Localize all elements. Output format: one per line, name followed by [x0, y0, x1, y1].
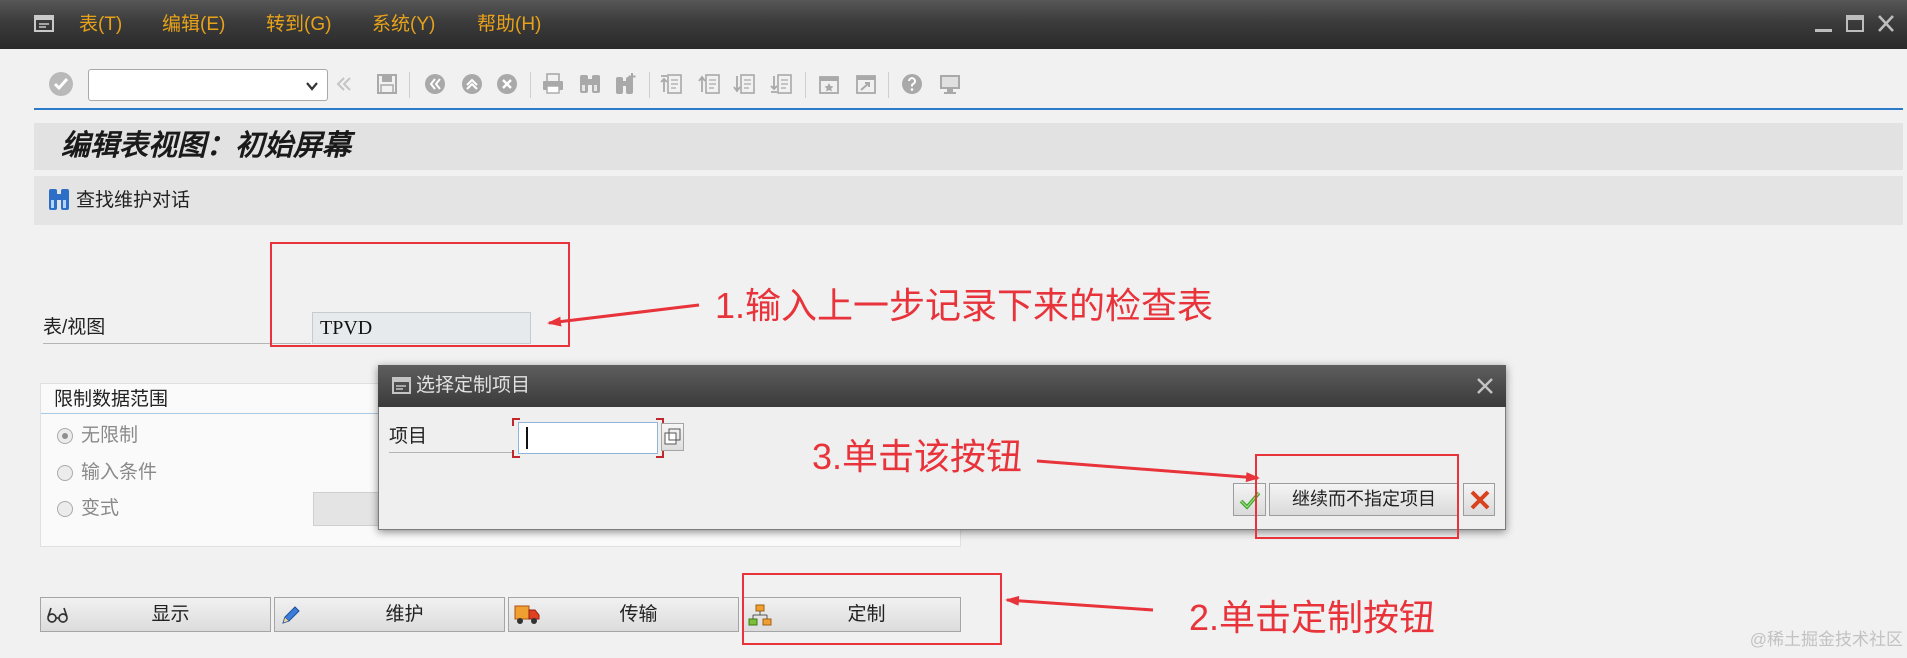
dialog-titlebar: 选择定制项目	[378, 365, 1506, 407]
menu-bar: 表(T) 编辑(E) 转到(G) 系统(Y) 帮助(H)	[0, 0, 1907, 49]
find-maintenance-dialog-label: 查找维护对话	[76, 190, 191, 211]
find-next-icon[interactable]	[614, 72, 638, 96]
menu-edit[interactable]: 编辑(E)	[162, 12, 225, 37]
dialog-title: 选择定制项目	[416, 375, 531, 396]
title-bar: 编辑表视图：初始屏幕	[34, 123, 1903, 170]
create-session-icon[interactable]	[817, 72, 841, 96]
radio-variant[interactable]	[57, 501, 73, 517]
radio-label-variant: 变式	[81, 498, 120, 519]
annotation-step1: 1.输入上一步记录下来的检查表	[715, 285, 1214, 326]
chevron-down-icon[interactable]	[305, 79, 319, 91]
maintain-button[interactable]: 维护	[274, 597, 505, 632]
command-field[interactable]	[88, 69, 328, 101]
annotation-arrow-step1	[547, 303, 700, 327]
page-title: 编辑表视图：初始屏幕	[61, 130, 352, 162]
annotation-step2: 2.单击定制按钮	[1189, 597, 1436, 638]
project-input[interactable]	[518, 422, 658, 454]
focus-corner	[512, 450, 520, 458]
radio-label-no-restriction: 无限制	[81, 425, 139, 446]
toolbar-separator	[649, 72, 650, 98]
toolbar-separator	[888, 72, 889, 98]
minimize-icon[interactable]	[1812, 13, 1836, 35]
customizing-icon	[748, 604, 772, 633]
continue-without-project-label: 继续而不指定项目	[1292, 489, 1436, 509]
radio-enter-conditions[interactable]	[57, 465, 73, 481]
display-icon	[46, 604, 70, 631]
first-page-icon[interactable]	[660, 72, 684, 96]
edit-icon	[280, 604, 302, 631]
close-icon[interactable]	[1474, 375, 1496, 397]
next-page-icon[interactable]	[733, 72, 757, 96]
window-menu-icon[interactable]	[34, 14, 56, 39]
project-label: 项目	[389, 423, 512, 453]
cancel-x-icon	[1469, 489, 1491, 516]
find-icon[interactable]	[578, 72, 602, 96]
group-title: 限制数据范围	[54, 389, 169, 410]
print-icon[interactable]	[541, 72, 565, 96]
transport-button-label: 传输	[619, 604, 658, 625]
back-icon[interactable]	[423, 72, 447, 96]
menu-table[interactable]: 表(T)	[79, 12, 122, 37]
window-icon	[392, 377, 412, 400]
display-button[interactable]: 显示	[40, 597, 271, 632]
cancel-button[interactable]	[1463, 483, 1495, 516]
exit-icon[interactable]	[460, 72, 484, 96]
check-icon	[1238, 488, 1262, 517]
maintain-button-label: 维护	[385, 604, 424, 625]
customizing-button-label: 定制	[847, 604, 886, 625]
radio-no-restriction[interactable]	[57, 428, 73, 444]
menu-system[interactable]: 系统(Y)	[372, 12, 435, 37]
variant-input[interactable]	[313, 492, 379, 526]
toolbar-divider	[34, 108, 1903, 110]
command-input[interactable]	[93, 73, 293, 97]
generate-shortcut-icon[interactable]	[854, 72, 878, 96]
multiple-selection-icon[interactable]	[661, 423, 684, 451]
binoculars-icon	[48, 186, 70, 217]
menu-goto[interactable]: 转到(G)	[266, 12, 331, 37]
find-maintenance-dialog-button[interactable]: 查找维护对话	[48, 187, 190, 215]
cancel-icon[interactable]	[495, 72, 519, 96]
restore-icon[interactable]	[1843, 13, 1867, 35]
transport-icon	[514, 604, 540, 631]
close-window-icon[interactable]	[1874, 13, 1898, 35]
help-icon[interactable]	[900, 72, 924, 96]
annotation-step3: 3.单击该按钮	[812, 436, 1023, 477]
radio-label-enter-conditions: 输入条件	[81, 462, 158, 483]
table-view-input[interactable]	[312, 312, 531, 344]
back-double-icon[interactable]	[332, 72, 356, 96]
save-icon[interactable]	[375, 72, 399, 96]
text-cursor	[526, 427, 528, 449]
annotation-arrow-step2	[1005, 595, 1154, 612]
application-toolbar: 查找维护对话	[34, 176, 1903, 225]
transport-button[interactable]: 传输	[508, 597, 739, 632]
table-view-label: 表/视图	[43, 314, 311, 344]
watermark: @稀土掘金技术社区	[1749, 630, 1903, 649]
customizing-button[interactable]: 定制	[742, 597, 961, 632]
menu-help[interactable]: 帮助(H)	[477, 12, 541, 37]
toolbar-separator	[409, 72, 410, 98]
previous-page-icon[interactable]	[698, 72, 722, 96]
continue-without-project-button[interactable]: 继续而不指定项目	[1269, 483, 1459, 516]
enter-icon[interactable]	[48, 71, 74, 97]
customize-layout-icon[interactable]	[938, 72, 962, 96]
confirm-button[interactable]	[1233, 483, 1266, 516]
toolbar-separator	[805, 72, 806, 98]
toolbar-separator	[530, 72, 531, 98]
last-page-icon[interactable]	[770, 72, 794, 96]
focus-corner	[512, 418, 520, 426]
display-button-label: 显示	[151, 604, 190, 625]
